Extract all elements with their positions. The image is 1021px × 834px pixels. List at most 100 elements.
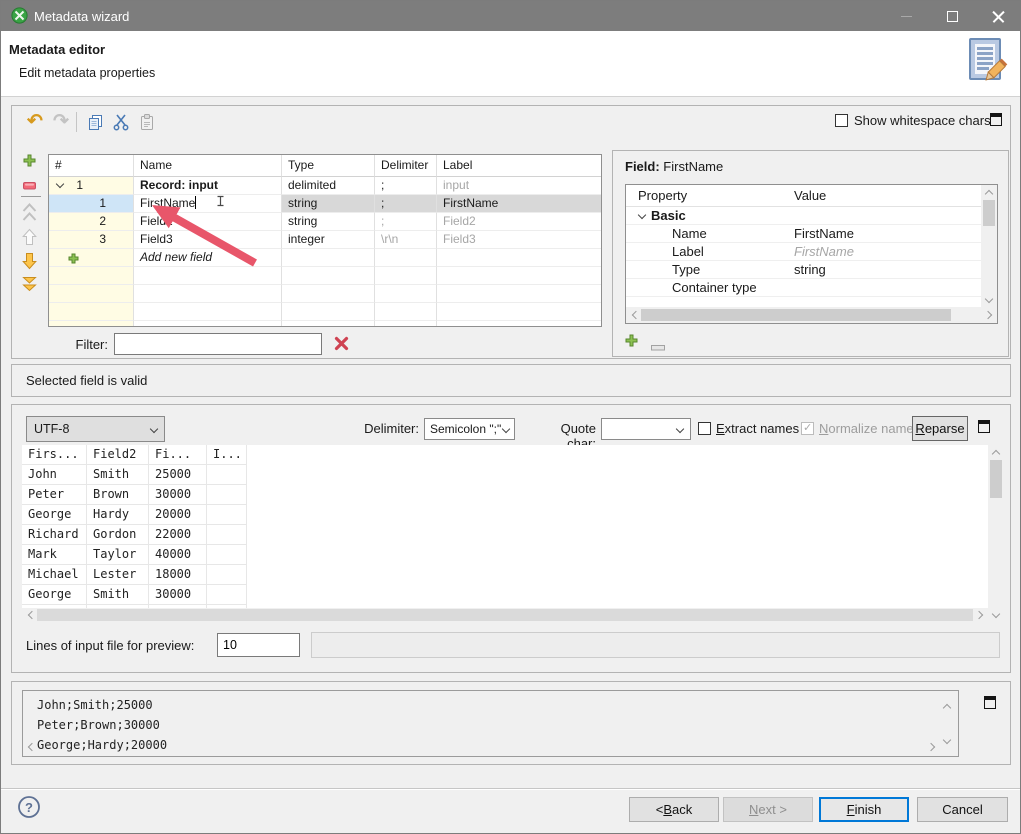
empty-row bbox=[49, 285, 601, 303]
preview-hscrollbar[interactable] bbox=[22, 608, 988, 622]
raw-preview-box: John;Smith;25000 Peter;Brown;30000 Georg… bbox=[22, 690, 959, 757]
prop-row-type[interactable]: Typestring bbox=[626, 261, 981, 279]
help-button[interactable]: ? bbox=[17, 795, 41, 822]
back-button[interactable]: < Back bbox=[629, 797, 719, 822]
parser-panel: UTF-8 Delimiter: Semicolon ";" Quote cha… bbox=[11, 404, 1011, 673]
preview-row: RichardGordon22000 bbox=[22, 525, 988, 545]
quote-char-select[interactable] bbox=[601, 418, 691, 440]
field-properties-panel: Field: FirstName Property Value Basic Na… bbox=[612, 150, 1009, 357]
delimiter-label: Delimiter: bbox=[363, 421, 419, 436]
field-row-field2[interactable]: 2 Field2 string ; Field2 bbox=[49, 213, 601, 231]
prop-group-basic[interactable]: Basic bbox=[626, 207, 997, 225]
page-title: Metadata editor bbox=[9, 42, 105, 57]
metadata-notes-icon bbox=[961, 37, 1009, 90]
prop-row-label[interactable]: LabelFirstName bbox=[626, 243, 981, 261]
metadata-wizard-window: Metadata wizard Metadata editor Edit met… bbox=[0, 0, 1021, 834]
raw-scroll-up-icon[interactable] bbox=[944, 699, 950, 714]
field-row-firstname[interactable]: 1 FirstName string ; FirstName bbox=[49, 195, 601, 213]
show-whitespace-label[interactable]: Show whitespace chars bbox=[854, 113, 991, 128]
field-table-header: # Name Type Delimiter Label bbox=[49, 155, 601, 177]
field-table: # Name Type Delimiter Label 1 Record: in… bbox=[48, 154, 602, 327]
delimiter-select[interactable]: Semicolon ";" bbox=[424, 418, 515, 440]
validation-status-bar: Selected field is valid bbox=[11, 364, 1011, 397]
copy-button[interactable] bbox=[84, 111, 106, 133]
field-row-field3[interactable]: 3 Field3 integer \r\n Field3 bbox=[49, 231, 601, 249]
raw-scroll-left-icon[interactable] bbox=[29, 738, 35, 753]
ibeam-cursor-icon bbox=[216, 196, 225, 210]
name-edit-cell[interactable]: FirstName bbox=[134, 195, 282, 213]
minimize-button[interactable] bbox=[883, 1, 929, 31]
redo-button[interactable]: ↷ bbox=[50, 110, 72, 132]
page-subtitle: Edit metadata properties bbox=[19, 66, 155, 80]
filter-input[interactable] bbox=[114, 333, 322, 355]
clover-app-icon bbox=[11, 7, 28, 27]
preview-lines-input[interactable] bbox=[217, 633, 300, 657]
extract-names-label[interactable]: Extract names bbox=[716, 421, 799, 436]
col-label: Label bbox=[437, 155, 601, 177]
status-message: Selected field is valid bbox=[26, 373, 147, 388]
preview-row: MichaelLester18000 bbox=[22, 565, 988, 585]
add-row-plus-icon[interactable] bbox=[68, 252, 79, 267]
properties-table: Property Value Basic NameFirstName Label… bbox=[625, 184, 998, 324]
title-bar: Metadata wizard bbox=[1, 1, 1020, 31]
strip-separator bbox=[21, 196, 41, 197]
raw-section-menu-icon[interactable] bbox=[984, 696, 996, 709]
toolbar-separator bbox=[76, 112, 77, 132]
empty-row bbox=[49, 267, 601, 285]
preview-vscrollbar[interactable] bbox=[988, 445, 1004, 622]
move-down-button[interactable] bbox=[22, 252, 37, 273]
wizard-header: Metadata editor Edit metadata properties bbox=[1, 31, 1020, 97]
move-up-button[interactable] bbox=[22, 228, 37, 249]
raw-line: George;Hardy;20000 bbox=[37, 735, 167, 755]
close-button[interactable] bbox=[975, 1, 1021, 31]
add-new-field-row[interactable]: Add new field bbox=[49, 249, 601, 267]
preview-row: GeorgeHardy20000 bbox=[22, 505, 988, 525]
raw-line: Peter;Brown;30000 bbox=[37, 715, 167, 735]
properties-vscrollbar[interactable] bbox=[981, 185, 997, 307]
data-preview-table: Firs...Field2Fi...I... JohnSmith25000 Pe… bbox=[22, 445, 988, 608]
normalize-names-checkbox bbox=[801, 422, 814, 435]
col-delimiter: Delimiter bbox=[375, 155, 437, 177]
finish-button[interactable]: Finish bbox=[819, 797, 909, 822]
reparse-button[interactable]: Reparse bbox=[912, 416, 968, 441]
normalize-names-label: Normalize names bbox=[819, 421, 920, 436]
text-caret bbox=[195, 196, 196, 209]
charset-select[interactable]: UTF-8 bbox=[26, 416, 165, 442]
prop-row-container-type[interactable]: Container type bbox=[626, 279, 981, 297]
col-num: # bbox=[49, 155, 134, 177]
section-menu-icon[interactable] bbox=[978, 420, 990, 433]
maximize-button[interactable] bbox=[929, 1, 975, 31]
properties-title: Field: FirstName bbox=[625, 159, 723, 174]
empty-row bbox=[49, 321, 601, 327]
move-top-button[interactable] bbox=[22, 202, 37, 226]
properties-hscrollbar[interactable] bbox=[626, 307, 997, 323]
cancel-button[interactable]: Cancel bbox=[917, 797, 1008, 822]
prop-col-header: Property bbox=[626, 185, 779, 206]
clear-filter-icon[interactable] bbox=[334, 336, 349, 354]
undo-button[interactable]: ↶ bbox=[24, 110, 46, 132]
show-whitespace-checkbox[interactable] bbox=[835, 114, 848, 127]
add-field-button[interactable] bbox=[23, 154, 36, 170]
remove-field-button[interactable] bbox=[23, 178, 36, 193]
window-title: Metadata wizard bbox=[34, 9, 129, 24]
filter-label: Filter: bbox=[52, 337, 108, 352]
raw-scroll-right-icon[interactable] bbox=[928, 738, 934, 753]
col-type: Type bbox=[282, 155, 375, 177]
move-bottom-button[interactable] bbox=[22, 276, 37, 295]
extract-names-checkbox[interactable] bbox=[698, 422, 711, 435]
record-row[interactable]: 1 Record: input delimited ; input bbox=[49, 177, 601, 195]
empty-row bbox=[49, 303, 601, 321]
cut-button[interactable] bbox=[110, 111, 132, 133]
paste-button[interactable] bbox=[136, 111, 158, 133]
preview-row: PeterBrown30000 bbox=[22, 485, 988, 505]
raw-scroll-down-icon[interactable] bbox=[944, 731, 950, 746]
raw-line: John;Smith;25000 bbox=[37, 695, 167, 715]
svg-text:?: ? bbox=[25, 800, 33, 815]
next-button: Next > bbox=[723, 797, 813, 822]
prop-row-name[interactable]: NameFirstName bbox=[626, 225, 981, 243]
message-area bbox=[311, 632, 1000, 658]
raw-preview-panel: John;Smith;25000 Peter;Brown;30000 Georg… bbox=[11, 681, 1011, 765]
remove-property-button[interactable] bbox=[651, 339, 665, 354]
add-property-button[interactable] bbox=[625, 334, 638, 350]
panel-menu-icon[interactable] bbox=[990, 113, 1002, 126]
